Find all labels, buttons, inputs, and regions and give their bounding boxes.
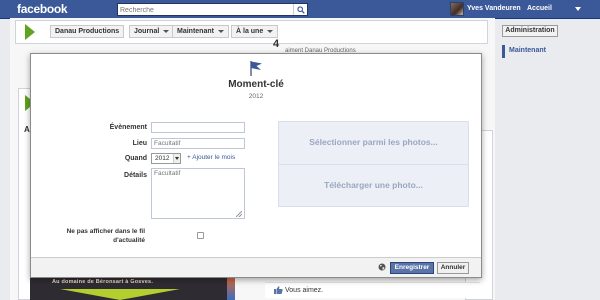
dialog-year: 2012 <box>248 93 264 100</box>
resize-handle-icon[interactable] <box>236 211 242 217</box>
add-month-link[interactable]: + Ajouter le mois <box>187 154 235 161</box>
chevron-down-icon <box>163 29 170 33</box>
green-arrow-marker-icon <box>25 24 35 40</box>
timeline-nav-now[interactable]: Maintenant <box>509 47 546 54</box>
breadcrumb-label: Maintenant <box>177 28 214 35</box>
user-name-link[interactable]: Yves Vandeuren <box>467 5 521 12</box>
dialog-title: Moment-clé <box>228 79 284 90</box>
save-button[interactable]: Enregistrer <box>390 262 434 274</box>
likes-count: 4 <box>273 38 280 50</box>
breadcrumb-label: Journal <box>134 28 160 35</box>
photo-picker-divider <box>278 164 469 165</box>
upload-photo-button[interactable]: Télécharger une photo... <box>278 180 469 190</box>
avatar[interactable] <box>450 2 464 16</box>
breadcrumb-journal[interactable]: Journal <box>129 25 175 38</box>
search-button[interactable] <box>293 4 307 15</box>
timeline-nav-indicator <box>502 45 505 58</box>
event-field[interactable] <box>151 122 245 133</box>
hide-from-feed-label: Ne pas afficher dans le fil d'actualité <box>66 228 145 244</box>
chevron-down-icon[interactable] <box>173 154 180 163</box>
top-navigation-bar: facebook Yves Vandeuren Accueil <box>0 0 600 19</box>
select-photo-button[interactable]: Sélectionner parmi les photos... <box>278 137 469 147</box>
hide-from-feed-checkbox[interactable] <box>197 232 204 239</box>
post-image-caption: Au domaine de Béronsart à Gosves. <box>52 279 154 285</box>
administration-button[interactable]: Administration <box>502 25 558 37</box>
flag-icon <box>250 61 262 76</box>
cancel-button[interactable]: Annuler <box>437 262 469 274</box>
details-label: Détails <box>124 172 147 179</box>
globe-icon[interactable] <box>378 263 386 271</box>
post-image-graphic <box>60 289 180 300</box>
when-label: Quand <box>124 155 147 162</box>
like-icon[interactable] <box>274 286 283 294</box>
place-label: Lieu <box>132 140 147 147</box>
post-image-strip <box>227 278 235 300</box>
chevron-down-icon <box>217 29 224 33</box>
breadcrumb-highlights[interactable]: À la une <box>231 25 279 38</box>
account-menu-chevron-down-icon[interactable] <box>572 4 584 14</box>
search-box[interactable] <box>117 3 308 16</box>
like-status-text: Vous aimez. <box>285 287 324 294</box>
place-field[interactable] <box>151 138 245 149</box>
breadcrumb-now[interactable]: Maintenant <box>172 25 229 38</box>
search-icon <box>297 6 305 14</box>
event-label: Évènement <box>109 124 147 131</box>
breadcrumb-page[interactable]: Danau Productions <box>50 25 125 38</box>
breadcrumb-label: Danau Productions <box>55 28 120 35</box>
breadcrumb-label: À la une <box>236 28 264 35</box>
background-text: A <box>24 125 30 134</box>
details-field[interactable] <box>151 168 245 219</box>
home-link[interactable]: Accueil <box>527 5 552 12</box>
facebook-logo[interactable]: facebook <box>17 2 68 16</box>
chevron-down-icon <box>267 29 274 33</box>
search-input[interactable] <box>120 5 292 15</box>
